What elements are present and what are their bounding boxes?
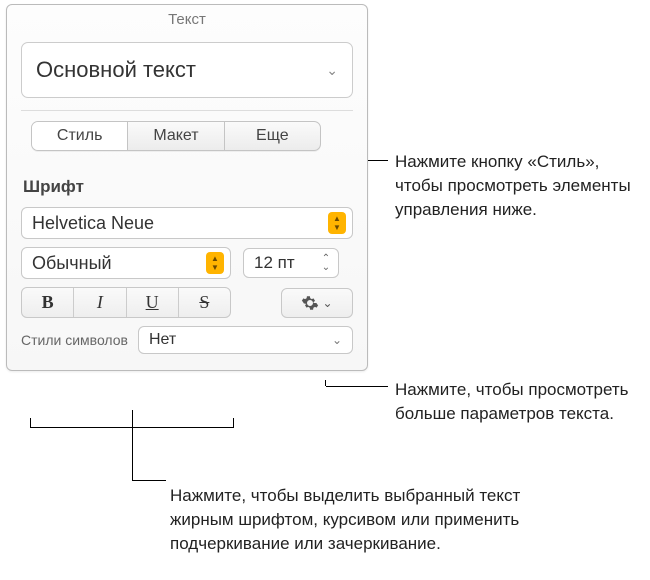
character-styles-label: Стили символов [21, 332, 128, 348]
font-family-value: Helvetica Neue [32, 213, 154, 234]
font-weight-dropdown[interactable]: Обычный ▲▼ [21, 247, 231, 279]
chevron-down-icon: ⌄ [326, 62, 338, 79]
paragraph-style-dropdown[interactable]: Основной текст ⌄ [21, 42, 353, 98]
font-section-label: Шрифт [23, 177, 353, 197]
text-inspector-panel: Текст Основной текст ⌄ Стиль Макет Еще Ш… [6, 4, 368, 371]
chevron-down-icon: ⌄ [322, 296, 332, 310]
separator [21, 110, 353, 111]
gear-icon [301, 294, 319, 312]
character-styles-value: Нет [149, 331, 176, 349]
character-styles-dropdown[interactable]: Нет ⌄ [138, 326, 353, 354]
text-options-gear-button[interactable]: ⌄ [281, 288, 353, 318]
strikethrough-button[interactable]: S [179, 288, 230, 317]
panel-title: Текст [7, 5, 367, 32]
tab-more[interactable]: Еще [225, 122, 320, 150]
italic-button[interactable]: I [74, 288, 126, 317]
font-size-field[interactable]: 12 пт ⌃⌄ [243, 248, 339, 278]
tab-layout[interactable]: Макет [128, 122, 224, 150]
chevron-down-icon: ⌄ [332, 333, 342, 347]
tab-segmented-control: Стиль Макет Еще [31, 121, 321, 151]
stepper-icon: ▲▼ [206, 252, 224, 274]
font-weight-value: Обычный [32, 253, 112, 274]
callout-style-tab: Нажмите кнопку «Стиль», чтобы просмотрет… [395, 150, 641, 221]
size-stepper-icon[interactable]: ⌃⌄ [318, 254, 334, 272]
text-style-group: B I U S [21, 287, 231, 318]
underline-button[interactable]: U [127, 288, 179, 317]
paragraph-style-value: Основной текст [36, 57, 196, 83]
callout-bius: Нажмите, чтобы выделить выбранный текст … [170, 484, 530, 555]
stepper-icon: ▲▼ [328, 212, 346, 234]
font-size-value: 12 пт [254, 253, 295, 273]
callout-gear: Нажмите, чтобы просмотреть больше параме… [395, 378, 635, 426]
tab-style[interactable]: Стиль [32, 122, 128, 150]
bold-button[interactable]: B [22, 288, 74, 317]
font-family-dropdown[interactable]: Helvetica Neue ▲▼ [21, 207, 353, 239]
